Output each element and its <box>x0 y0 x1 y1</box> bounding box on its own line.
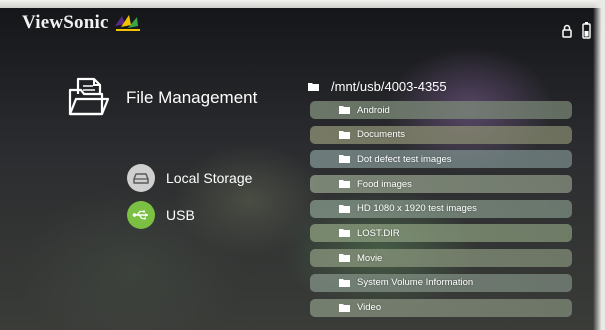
folder-item[interactable]: System Volume Information <box>310 273 572 292</box>
path-label: /mnt/usb/4003-4355 <box>331 79 447 94</box>
folder-label: Movie <box>357 252 383 264</box>
folder-item[interactable]: Food images <box>310 175 572 194</box>
folder-label: Video <box>357 302 382 313</box>
brand-name: ViewSonic <box>22 12 109 33</box>
folder-icon <box>339 254 350 263</box>
folder-icon <box>308 83 319 91</box>
folder-icon <box>339 106 350 114</box>
folder-item[interactable]: Android <box>310 101 572 119</box>
hard-drive-icon <box>127 164 155 192</box>
folder-label: LOST.DIR <box>357 227 400 239</box>
source-label: USB <box>166 207 195 223</box>
folder-icon <box>339 204 350 213</box>
folder-label: HD 1080 x 1920 test images <box>357 203 477 215</box>
brand-logo: ViewSonic <box>22 12 143 34</box>
status-bar <box>562 22 591 39</box>
folder-icon <box>339 278 350 287</box>
usb-icon <box>127 201 155 229</box>
folder-item[interactable]: LOST.DIR <box>310 224 572 243</box>
folder-item[interactable]: Video <box>310 298 572 317</box>
folder-item[interactable]: Movie <box>310 249 572 268</box>
current-path: /mnt/usb/4003-4355 <box>308 79 447 94</box>
folder-item[interactable]: HD 1080 x 1920 test images <box>310 199 572 218</box>
folder-icon <box>339 155 350 164</box>
top-bezel <box>0 0 605 8</box>
viewsonic-birds-icon <box>114 15 140 31</box>
projector-screen: ViewSonic File Management Local Storage … <box>0 0 605 330</box>
folder-documents-icon <box>68 77 110 116</box>
folder-icon <box>339 180 350 189</box>
folder-icon <box>339 229 350 238</box>
folder-item[interactable]: Documents <box>310 125 572 144</box>
folder-icon <box>339 303 350 312</box>
folder-label: Documents <box>357 129 406 141</box>
right-bezel <box>593 0 605 330</box>
folder-label: Dot defect test images <box>357 153 452 165</box>
page-title: File Management <box>126 88 258 107</box>
folder-label: Android <box>357 104 390 116</box>
lock-icon <box>562 24 572 38</box>
folder-item[interactable]: Dot defect test images <box>310 150 572 169</box>
source-usb[interactable]: USB <box>127 201 195 229</box>
folder-label: System Volume Information <box>357 277 474 289</box>
folder-list: Android Documents Dot defect test images… <box>310 101 572 323</box>
battery-icon <box>582 22 591 39</box>
folder-icon <box>339 130 350 139</box>
source-label: Local Storage <box>166 170 253 186</box>
folder-label: Food images <box>357 178 412 190</box>
source-local-storage[interactable]: Local Storage <box>127 164 252 192</box>
